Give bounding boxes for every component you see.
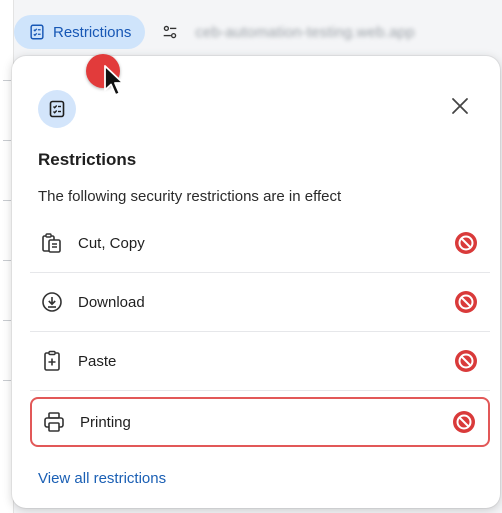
close-icon [452,98,468,114]
download-icon [38,288,66,316]
blocked-icon [453,411,475,433]
view-all-restrictions-link[interactable]: View all restrictions [38,470,166,487]
blocked-icon [455,291,477,313]
checklist-icon [49,100,65,118]
blocked-icon [455,350,477,372]
top-bar: Restrictions ceb-automation-testing.web.… [14,12,502,52]
printer-icon [40,408,68,436]
restrictions-chip-label: Restrictions [53,23,132,41]
clipboard-copy-icon [38,229,66,257]
restriction-label: Download [78,293,145,311]
restrictions-popover: Restrictions The following security rest… [12,56,500,508]
panel-title: Restrictions [38,150,137,169]
restrictions-list: Cut, Copy Download Paste Printing [30,214,490,447]
restriction-label: Cut, Copy [78,234,145,252]
restrictions-chip[interactable]: Restrictions [14,15,146,49]
close-button[interactable] [448,94,472,118]
restriction-label: Printing [80,413,131,431]
blocked-icon [455,232,477,254]
restriction-label: Paste [78,352,117,370]
restriction-row-printing: Printing [30,397,490,447]
restrictions-header-icon [38,90,76,128]
restriction-row-cut-copy: Cut, Copy [30,214,490,273]
restrictions-icon [30,24,44,40]
tune-icon [164,25,177,39]
address-bar-url[interactable]: ceb-automation-testing.web.app [195,24,414,41]
paste-icon [38,347,66,375]
restriction-row-download: Download [30,273,490,332]
site-settings-button[interactable] [155,17,185,47]
restriction-row-paste: Paste [30,332,490,391]
panel-description: The following security restrictions are … [38,188,342,205]
